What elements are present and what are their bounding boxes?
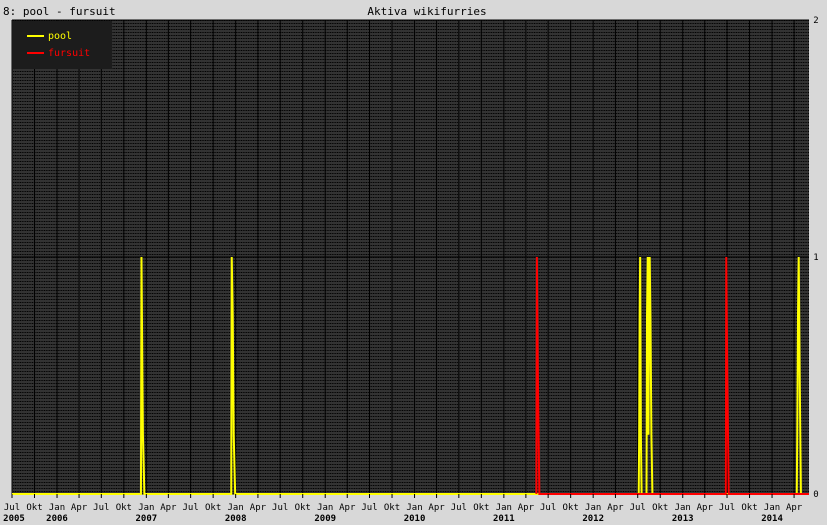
x-year-label: 2006 — [46, 514, 68, 524]
x-year-label: 2011 — [493, 514, 515, 524]
y-tick-label: 2 — [813, 16, 818, 26]
x-tick-label: Okt — [473, 503, 489, 513]
x-tick-label: Jul — [540, 503, 556, 513]
x-tick-label: Okt — [652, 503, 668, 513]
x-tick-label: Jan — [764, 503, 780, 513]
x-tick-label: Apr — [339, 503, 356, 513]
corner-label: 8: pool - fursuit — [3, 5, 116, 18]
x-tick-label: Jan — [228, 503, 244, 513]
x-tick-label: Jan — [49, 503, 65, 513]
legend-label-pool: pool — [48, 31, 72, 42]
x-tick-label: Apr — [518, 503, 535, 513]
x-tick-label: Okt — [116, 503, 132, 513]
y-tick-label: 0 — [813, 490, 818, 500]
x-tick-label: Jul — [183, 503, 199, 513]
x-tick-label: Okt — [205, 503, 221, 513]
x-year-label: 2005 — [3, 514, 25, 524]
x-tick-label: Okt — [26, 503, 42, 513]
x-tick-label: Jul — [451, 503, 467, 513]
x-tick-label: Apr — [71, 503, 88, 513]
x-year-label: 2007 — [135, 514, 157, 524]
x-tick-label: Apr — [428, 503, 445, 513]
x-year-label: 2013 — [672, 514, 694, 524]
legend: pool fursuit — [13, 21, 112, 69]
x-tick-label: Jul — [719, 503, 735, 513]
x-tick-label: Jan — [317, 503, 333, 513]
x-year-label: 2014 — [761, 514, 783, 524]
x-tick-label: Jul — [630, 503, 646, 513]
x-year-label: 2012 — [582, 514, 604, 524]
x-tick-label: Okt — [384, 503, 400, 513]
x-tick-label: Jul — [361, 503, 377, 513]
x-tick-label: Apr — [160, 503, 177, 513]
x-year-label: 2008 — [225, 514, 247, 524]
x-tick-label: Okt — [741, 503, 757, 513]
chart-title: Aktiva wikifurries — [367, 5, 486, 18]
x-tick-label: Jul — [93, 503, 109, 513]
x-tick-label: Jan — [496, 503, 512, 513]
x-tick-label: Apr — [697, 503, 714, 513]
x-tick-label: Apr — [607, 503, 624, 513]
x-tick-label: Okt — [563, 503, 579, 513]
x-tick-label: Jan — [585, 503, 601, 513]
x-tick-label: Jul — [272, 503, 288, 513]
x-tick-label: Jan — [406, 503, 422, 513]
x-year-label: 2010 — [404, 514, 426, 524]
x-year-label: 2009 — [314, 514, 336, 524]
legend-label-fursuit: fursuit — [48, 48, 90, 59]
y-tick-label: 1 — [813, 253, 818, 263]
x-tick-label: Okt — [295, 503, 311, 513]
chart-root: 8: pool - fursuit Aktiva wikifurries Jul… — [0, 0, 827, 525]
x-tick-label: Apr — [786, 503, 803, 513]
chart-svg: 8: pool - fursuit Aktiva wikifurries Jul… — [0, 0, 827, 525]
legend-box — [13, 21, 112, 69]
x-tick-label: Apr — [250, 503, 267, 513]
x-tick-label: Jan — [675, 503, 691, 513]
x-tick-label: Jul — [4, 503, 20, 513]
x-tick-label: Jan — [138, 503, 154, 513]
